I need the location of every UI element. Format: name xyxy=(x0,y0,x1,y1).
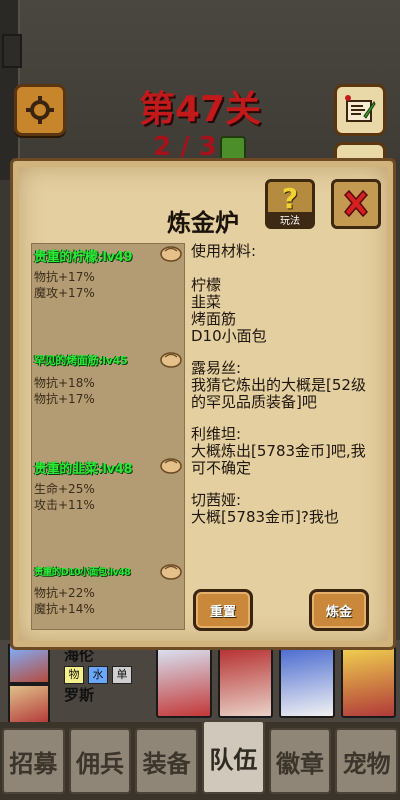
item-stat: 物抗+17% xyxy=(34,392,95,406)
hero-name: 罗斯 xyxy=(64,686,95,704)
bread-icon xyxy=(160,458,182,474)
quote-speaker: 利维坦: xyxy=(191,425,242,443)
material-line: D10小面包 xyxy=(191,327,267,345)
tab-badge[interactable]: 徽章 xyxy=(268,728,332,794)
item-name: 罕见的烤面筋:lv45 xyxy=(34,354,128,367)
close-icon xyxy=(343,189,369,218)
tab-equipment[interactable]: 装备 xyxy=(135,728,199,794)
hero-portrait[interactable] xyxy=(217,646,273,718)
hero-portrait[interactable] xyxy=(279,646,335,718)
hero-tag: 物 xyxy=(64,666,84,684)
bottom-tab-bar: 招募 佣兵 装备 队伍 徽章 宠物 xyxy=(0,720,400,800)
bread-icon xyxy=(160,564,182,580)
lamp-icon xyxy=(2,34,22,68)
hero-tag: 单 xyxy=(112,666,132,684)
reset-button[interactable]: 重置 xyxy=(193,589,253,631)
item-name: 贵重的韭菜:lv48 xyxy=(34,462,133,477)
material-line: 烤面筋 xyxy=(191,310,237,328)
materials-panel: 贵重的柠檬:lv49 物抗+17% 魔攻+17% 罕见的烤面筋:lv45 物抗+… xyxy=(31,243,185,630)
alchemy-dialog: 炼金炉 ? 玩法 贵重的柠檬:lv49 物抗+17% 魔攻+17% 罕见的烤面筋… xyxy=(10,158,396,650)
tab-recruit[interactable]: 招募 xyxy=(2,728,65,794)
bread-icon xyxy=(160,246,182,262)
help-button[interactable]: ? 玩法 xyxy=(265,179,315,229)
hero-avatar xyxy=(8,684,50,724)
material-line: 柠檬 xyxy=(191,276,222,294)
item-stat: 攻击+11% xyxy=(34,498,95,512)
quote-text: 大概[5783金币]?我也 xyxy=(191,508,339,526)
hero-list: 海伦 物 水 单 罗斯 xyxy=(0,640,150,724)
material-line: 韭菜 xyxy=(191,293,222,311)
hero-avatar xyxy=(8,644,50,684)
close-button[interactable] xyxy=(331,179,381,229)
item-stat: 魔抗+14% xyxy=(34,602,95,616)
question-icon: ? xyxy=(281,182,299,215)
quote-text: 大概炼出[5783金币]吧,我可不确定 xyxy=(191,442,366,477)
tab-pet[interactable]: 宠物 xyxy=(335,728,399,794)
item-stat: 魔攻+17% xyxy=(34,286,95,300)
item-name: 贵重的D10小面包:lv48 xyxy=(34,567,131,578)
item-stat: 物抗+17% xyxy=(34,270,95,284)
quote-speaker: 切茜娅: xyxy=(191,491,242,509)
mail-button[interactable] xyxy=(334,84,386,136)
materials-label: 使用材料: xyxy=(191,243,257,260)
item-name: 贵重的柠檬:lv49 xyxy=(34,250,133,265)
hero-entry[interactable]: 罗斯 xyxy=(8,684,148,724)
hero-portrait[interactable] xyxy=(156,646,212,718)
alchemy-button[interactable]: 炼金 xyxy=(309,589,369,631)
item-stat: 物抗+18% xyxy=(34,376,95,390)
quote-text: 我猜它炼出的大概是[52级的罕见品质装备]吧 xyxy=(191,376,366,411)
help-label: 玩法 xyxy=(266,212,314,227)
hero-portrait[interactable] xyxy=(340,646,396,718)
tab-team[interactable]: 队伍 xyxy=(202,720,265,794)
hero-portraits xyxy=(156,646,396,718)
letter-icon xyxy=(345,95,376,122)
item-stat: 生命+25% xyxy=(34,482,95,496)
tab-mercenary[interactable]: 佣兵 xyxy=(68,728,132,794)
item-stat: 物抗+22% xyxy=(34,586,95,600)
quote-speaker: 露易丝: xyxy=(191,359,242,377)
alchemy-message: 使用材料: 柠檬 韭菜 烤面筋 D10小面包 露易丝: 我猜它炼出的大概是[52… xyxy=(191,243,379,573)
hero-tag: 水 xyxy=(88,666,108,684)
bread-icon xyxy=(160,352,182,368)
